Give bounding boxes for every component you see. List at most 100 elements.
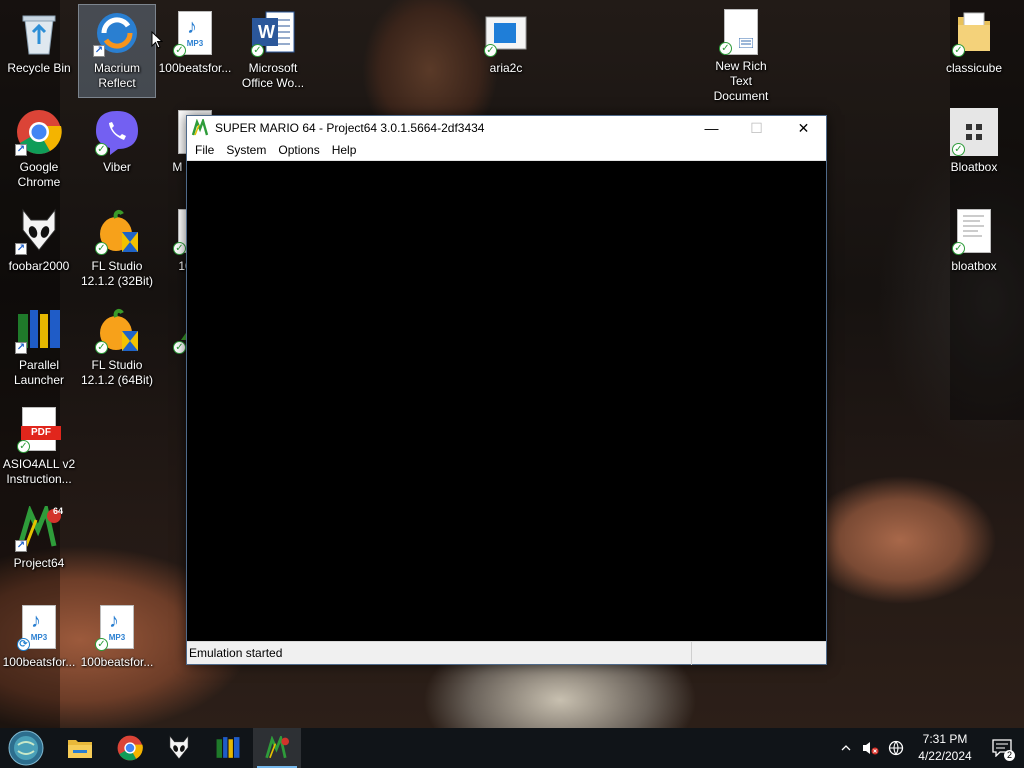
sync-ok-icon: ✓	[251, 44, 264, 57]
desktop-icon-label: FL Studio 12.1.2 (32Bit)	[80, 259, 154, 288]
clock-time: 7:31 PM	[922, 732, 968, 746]
sync-ok-icon: ✓	[173, 44, 186, 57]
sync-ok-icon: ✓	[95, 242, 108, 255]
desktop-icon-label: Bloatbox	[950, 160, 998, 174]
desktop-icon-label: classicube	[945, 61, 1003, 75]
taskbar-chrome[interactable]	[106, 728, 154, 768]
emulator-screen[interactable]	[187, 161, 826, 642]
sync-ok-icon: ✓	[952, 242, 965, 255]
desktop-icon-classicube[interactable]: ✓ classicube	[936, 5, 1012, 97]
desktop-icon-label: 100beatsfor...	[158, 61, 232, 75]
desktop-icon-label: foobar2000	[8, 259, 70, 273]
desktop-icon-macrium-reflect[interactable]: ↗ Macrium Reflect	[78, 4, 156, 98]
project64-window[interactable]: SUPER MARIO 64 - Project64 3.0.1.5664-2d…	[186, 115, 827, 665]
desktop-icon-label: aria2c	[489, 61, 523, 75]
menu-options[interactable]: Options	[272, 140, 325, 161]
desktop-icon-label: 100beatsfor...	[80, 655, 154, 669]
desktop-icon-bloatbox-app[interactable]: ✓ Bloatbox	[936, 104, 1012, 196]
desktop-icon-ms-word[interactable]: W ✓ Microsoft Office Wo...	[235, 5, 311, 97]
word-letter: W	[258, 22, 275, 42]
desktop-icon-label: FL Studio 12.1.2 (64Bit)	[80, 358, 154, 387]
network-button[interactable]	[884, 728, 908, 768]
desktop-icon-mp3-2[interactable]: ♪ MP3 ⟳ 100beatsfor...	[1, 599, 77, 691]
folder-icon: ✓	[950, 9, 998, 57]
bloatbox-icon: ✓	[950, 108, 998, 156]
desktop-icon-project64[interactable]: 64 ↗ Project64	[1, 500, 77, 592]
shortcut-arrow-icon: ↗	[15, 144, 27, 156]
sync-ok-icon: ✓	[484, 44, 497, 57]
volume-button[interactable]	[858, 728, 882, 768]
desktop-icon-parallel-launcher[interactable]: ↗ Parallel Launcher	[1, 302, 77, 394]
foobar2000-icon: ↗	[15, 207, 63, 255]
shortcut-arrow-icon: ↗	[15, 342, 27, 354]
menu-help[interactable]: Help	[326, 140, 363, 161]
text-file-icon: ✓	[950, 207, 998, 255]
desktop-icon-viber[interactable]: ✓ Viber	[79, 104, 155, 196]
sync-ok-icon: ✓	[95, 341, 108, 354]
mouse-cursor-icon	[151, 31, 163, 49]
chevron-up-icon	[841, 745, 851, 751]
menu-file[interactable]: File	[189, 140, 220, 161]
shortcut-arrow-icon: ↗	[15, 243, 27, 255]
aria2c-icon: ✓	[482, 9, 530, 57]
desktop-icon-label: Macrium Reflect	[93, 61, 140, 90]
desktop-icon-recycle-bin[interactable]: Recycle Bin	[1, 5, 77, 97]
word-document-icon: W ✓	[249, 9, 297, 57]
viber-icon: ✓	[93, 108, 141, 156]
minimize-button[interactable]: —	[689, 116, 734, 140]
shortcut-arrow-icon: ↗	[93, 45, 105, 57]
taskbar-project64[interactable]	[253, 728, 301, 768]
desktop-icon-mp3-1[interactable]: ♪ MP3 ✓ 100beatsfor...	[157, 5, 233, 97]
desktop-icon-fl-studio-64[interactable]: ✓ FL Studio 12.1.2 (64Bit)	[79, 302, 155, 394]
project64-icon	[265, 736, 289, 759]
show-hidden-icons-button[interactable]	[836, 728, 856, 768]
shortcut-arrow-icon: ↗	[15, 540, 27, 552]
desktop-icon-label: New Rich Text Document	[713, 59, 769, 103]
volume-muted-icon	[863, 742, 879, 755]
taskbar-file-explorer[interactable]	[56, 728, 104, 768]
taskbar-clock[interactable]: 7:31 PM 4/22/2024	[910, 731, 980, 765]
desktop-icon-aria2c[interactable]: ✓ aria2c	[468, 5, 544, 97]
chrome-icon	[117, 735, 143, 761]
window-titlebar[interactable]: SUPER MARIO 64 - Project64 3.0.1.5664-2d…	[187, 116, 826, 140]
chrome-icon: ↗	[15, 108, 63, 156]
maximize-button[interactable]: ☐	[734, 116, 779, 140]
desktop-icon-label: Recycle Bin	[7, 61, 71, 75]
desktop-icon-foobar2000[interactable]: ↗ foobar2000	[1, 203, 77, 295]
desktop-icon-mp3-3[interactable]: ♪ MP3 ✓ 100beatsfor...	[79, 599, 155, 691]
rtf-document-icon: ✓	[717, 9, 765, 55]
desktop-icon-google-chrome[interactable]: ↗ Google Chrome	[1, 104, 77, 196]
project64-icon: 64 ↗	[15, 504, 63, 552]
menu-system[interactable]: System	[220, 140, 272, 161]
folder-icon	[68, 740, 92, 758]
sync-pending-icon: ⟳	[17, 638, 30, 651]
menu-bar: File System Options Help	[187, 140, 826, 161]
macrium-reflect-icon: ↗	[93, 9, 141, 57]
desktop-icon-new-rtf[interactable]: ✓ New Rich Text Document	[702, 5, 780, 103]
taskbar-foobar2000[interactable]	[155, 728, 203, 768]
desktop-icon-label: Project64	[13, 556, 65, 570]
sync-ok-icon: ✓	[719, 42, 732, 55]
status-bar: Emulation started	[187, 641, 826, 665]
close-button[interactable]: ✕	[781, 116, 826, 140]
desktop-icon-fl-studio-32[interactable]: ✓ FL Studio 12.1.2 (32Bit)	[79, 203, 155, 295]
status-panel-empty	[692, 642, 826, 665]
project64-app-icon	[191, 119, 209, 136]
window-title: SUPER MARIO 64 - Project64 3.0.1.5664-2d…	[215, 121, 485, 135]
action-center-button[interactable]: 2	[984, 728, 1020, 768]
desktop-icon-label: Google Chrome	[17, 160, 61, 189]
desktop-icon-asio4all-pdf[interactable]: PDF ✓ ASIO4ALL v2 Instruction...	[1, 401, 77, 493]
notification-count: 2	[1003, 750, 1015, 761]
sync-ok-icon: ✓	[952, 143, 965, 156]
sync-ok-icon: ✓	[173, 242, 186, 255]
fl-studio-icon: ✓	[93, 306, 141, 354]
desktop-icon-label: bloatbox	[951, 259, 997, 273]
taskbar: 7:31 PM 4/22/2024 2	[0, 728, 1024, 768]
clock-date: 4/22/2024	[918, 749, 972, 763]
desktop-icon-label: ASIO4ALL v2 Instruction...	[2, 457, 76, 486]
start-button[interactable]	[2, 728, 50, 768]
taskbar-parallel-launcher[interactable]	[204, 728, 252, 768]
desktop-icon-bloatbox-file[interactable]: ✓ bloatbox	[936, 203, 1012, 295]
sync-ok-icon: ✓	[173, 341, 186, 354]
network-icon	[888, 740, 904, 756]
